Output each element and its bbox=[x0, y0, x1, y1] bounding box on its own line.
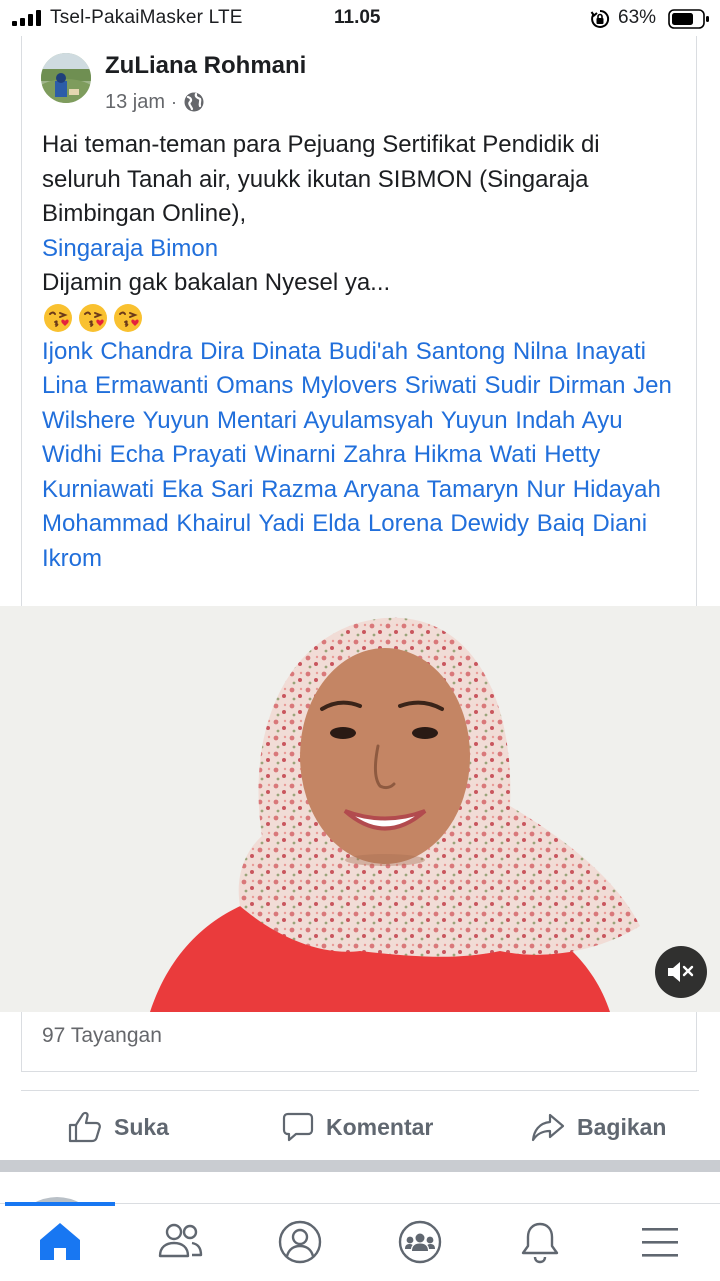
kissing-heart-emoji bbox=[114, 303, 142, 332]
post-text-intro: Hai teman-teman para Pejuang Sertifikat … bbox=[42, 131, 600, 227]
globe-icon bbox=[184, 92, 204, 112]
friends-icon[interactable] bbox=[156, 1218, 204, 1266]
share-button[interactable]: Bagikan bbox=[531, 1100, 666, 1154]
video-player[interactable] bbox=[0, 606, 720, 1012]
kissing-heart-emoji bbox=[44, 303, 72, 332]
profile-icon[interactable] bbox=[276, 1218, 324, 1266]
menu-icon[interactable] bbox=[636, 1218, 684, 1266]
post-time[interactable]: 13 jam bbox=[105, 91, 165, 114]
feed-separator bbox=[0, 1160, 720, 1172]
author-avatar[interactable] bbox=[41, 53, 91, 103]
view-count[interactable]: 97 Tayangan bbox=[42, 1024, 162, 1048]
clock: 11.05 bbox=[334, 7, 381, 28]
author-name[interactable]: ZuLiana Rohmani bbox=[105, 52, 306, 80]
post-body: Hai teman-teman para Pejuang Sertifikat … bbox=[42, 128, 682, 576]
kissing-heart-emoji bbox=[79, 303, 107, 332]
notifications-icon[interactable] bbox=[516, 1218, 564, 1266]
video-frame bbox=[0, 606, 720, 1012]
tagged-people[interactable]: Ijonk Chandra Dira Dinata Budi'ah Santon… bbox=[42, 335, 682, 577]
share-label: Bagikan bbox=[577, 1113, 667, 1140]
bottom-nav bbox=[0, 1202, 720, 1281]
action-divider bbox=[21, 1090, 699, 1091]
home-icon[interactable] bbox=[36, 1218, 84, 1266]
battery-icon bbox=[668, 9, 709, 29]
lock-rotation-icon bbox=[590, 9, 610, 28]
battery-percent: 63% bbox=[618, 7, 657, 28]
groups-icon[interactable] bbox=[396, 1218, 444, 1266]
comment-icon bbox=[282, 1112, 314, 1142]
like-button[interactable]: Suka bbox=[68, 1100, 169, 1154]
emoji-row bbox=[42, 301, 682, 335]
action-bar: Suka Komentar Bagikan bbox=[0, 1100, 720, 1154]
thumbs-up-icon bbox=[68, 1111, 101, 1143]
comment-button[interactable]: Komentar bbox=[282, 1100, 433, 1154]
post-text-closing: Dijamin gak bakalan Nyesel ya... bbox=[42, 269, 391, 296]
share-icon bbox=[531, 1113, 565, 1142]
mention-link[interactable]: Singaraja Bimon bbox=[42, 235, 218, 262]
post-meta: 13 jam · bbox=[105, 89, 205, 115]
nav-active-indicator bbox=[5, 1202, 115, 1206]
mute-button[interactable] bbox=[655, 946, 707, 998]
signal-icon bbox=[12, 10, 41, 26]
comment-label: Komentar bbox=[326, 1113, 434, 1140]
carrier-label: Tsel-PakaiMasker LTE bbox=[50, 7, 243, 28]
meta-separator: · bbox=[171, 91, 178, 112]
volume-muted-icon bbox=[668, 962, 694, 982]
status-bar: Tsel-PakaiMasker LTE 11.05 63% bbox=[0, 0, 720, 36]
like-label: Suka bbox=[114, 1113, 169, 1140]
